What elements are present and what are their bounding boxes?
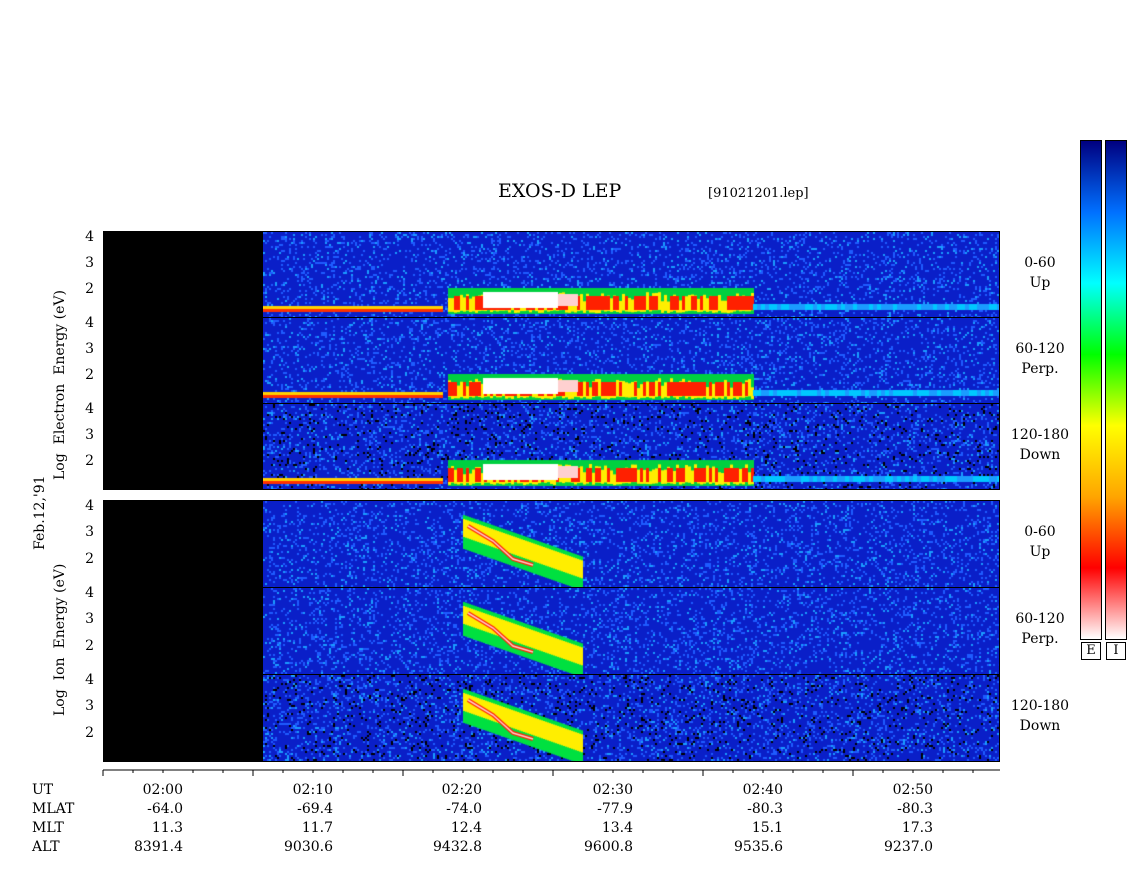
cell-alt: 9030.6 bbox=[284, 839, 333, 855]
y-tick-label: 3 bbox=[85, 341, 94, 358]
cell-ut: 02:30 bbox=[592, 782, 633, 798]
cell-alt: 9432.8 bbox=[433, 839, 482, 855]
y-tick-label: 4 bbox=[85, 498, 94, 514]
heatmap-panel-ion-0 bbox=[103, 500, 1000, 588]
time-axis bbox=[102, 769, 1000, 776]
no-data-region bbox=[104, 232, 263, 317]
pitch-angle-label: 60-120 Perp. bbox=[1005, 609, 1075, 649]
y-tick-label: 3 bbox=[85, 698, 94, 715]
heatmap-panel-ion-2 bbox=[103, 674, 1000, 762]
cell-alt: 9535.6 bbox=[734, 839, 783, 855]
y-tick-label: 4 bbox=[85, 585, 94, 601]
cell-mlat: -80.3 bbox=[747, 801, 783, 817]
cell-ut: 02:40 bbox=[742, 782, 783, 798]
y-tick-label: 4 bbox=[85, 401, 94, 417]
y-tick-label: 2 bbox=[85, 281, 94, 298]
cell-ut: 02:50 bbox=[892, 782, 933, 798]
heatmap-canvas bbox=[263, 232, 999, 317]
no-data-region bbox=[104, 501, 263, 587]
y-tick-label: 4 bbox=[85, 315, 94, 331]
y-tick-label: 3 bbox=[85, 255, 94, 272]
colorbar-ion bbox=[1105, 140, 1127, 640]
heatmap-canvas bbox=[263, 404, 999, 489]
colorbar-electron-label: E bbox=[1081, 642, 1101, 660]
cell-mlat: -80.3 bbox=[897, 801, 933, 817]
electron-ylabel: Log Electron Energy (eV) bbox=[52, 290, 68, 480]
chart-title: EXOS-D LEP bbox=[498, 180, 622, 202]
cell-mlt: 17.3 bbox=[901, 820, 933, 836]
cell-mlat: -77.9 bbox=[597, 801, 633, 817]
cell-ut: 02:10 bbox=[292, 782, 333, 798]
cell-alt: 8391.4 bbox=[134, 839, 183, 855]
pitch-angle-label: 0-60 Up bbox=[1005, 253, 1075, 293]
no-data-region bbox=[104, 404, 263, 489]
no-data-region bbox=[104, 675, 263, 761]
y-tick-label: 2 bbox=[85, 550, 94, 567]
cell-ut: 02:00 bbox=[142, 782, 183, 798]
pitch-angle-range: 60-120 bbox=[1015, 341, 1065, 357]
pitch-angle-label: 120-180 Down bbox=[1005, 425, 1075, 465]
y-tick-label: 4 bbox=[85, 672, 94, 688]
row-label-mlat: MLAT bbox=[32, 801, 75, 817]
pitch-direction: Down bbox=[1019, 447, 1061, 463]
row-label-alt: ALT bbox=[32, 839, 60, 855]
cell-mlat: -74.0 bbox=[446, 801, 482, 817]
y-tick-label: 4 bbox=[85, 229, 94, 245]
pitch-angle-label: 0-60 Up bbox=[1005, 522, 1075, 562]
pitch-angle-range: 120-180 bbox=[1010, 427, 1070, 443]
pitch-angle-range: 0-60 bbox=[1024, 524, 1056, 540]
pitch-angle-range: 120-180 bbox=[1010, 698, 1070, 714]
colorbar-ion-label: I bbox=[1106, 642, 1126, 660]
y-tick-label: 3 bbox=[85, 524, 94, 541]
cell-mlt: 12.4 bbox=[450, 820, 482, 836]
pitch-angle-label: 60-120 Perp. bbox=[1005, 339, 1075, 379]
pitch-angle-range: 0-60 bbox=[1024, 255, 1056, 271]
cell-mlt: 13.4 bbox=[601, 820, 633, 836]
pitch-direction: Down bbox=[1019, 718, 1061, 734]
heatmap-canvas bbox=[263, 501, 999, 587]
heatmap-panel-ion-1 bbox=[103, 587, 1000, 675]
cell-alt: 9600.8 bbox=[584, 839, 633, 855]
file-label: [91021201.lep] bbox=[708, 186, 809, 201]
pitch-direction: Up bbox=[1029, 275, 1051, 291]
y-tick-label: 2 bbox=[85, 637, 94, 654]
pitch-angle-range: 60-120 bbox=[1015, 611, 1065, 627]
cell-mlat: -69.4 bbox=[297, 801, 333, 817]
ion-ylabel: Log Ion Energy (eV) bbox=[52, 563, 68, 716]
pitch-direction: Perp. bbox=[1021, 631, 1059, 647]
heatmap-panel-electron-1 bbox=[103, 317, 1000, 404]
no-data-region bbox=[104, 318, 263, 403]
cell-mlt: 11.7 bbox=[301, 820, 333, 836]
cell-alt: 9237.0 bbox=[884, 839, 933, 855]
cell-mlat: -64.0 bbox=[147, 801, 183, 817]
pitch-angle-label: 120-180 Down bbox=[1005, 696, 1075, 736]
y-tick-label: 2 bbox=[85, 453, 94, 470]
y-tick-label: 3 bbox=[85, 611, 94, 628]
heatmap-canvas bbox=[263, 675, 999, 761]
cell-ut: 02:20 bbox=[441, 782, 482, 798]
row-label-ut: UT bbox=[32, 782, 54, 798]
heatmap-panel-electron-0 bbox=[103, 231, 1000, 318]
date-label: Feb.12,'91 bbox=[32, 475, 48, 550]
no-data-region bbox=[104, 588, 263, 674]
cell-mlt: 11.3 bbox=[151, 820, 183, 836]
row-label-mlt: MLT bbox=[32, 820, 64, 836]
cell-mlt: 15.1 bbox=[751, 820, 783, 836]
heatmap-canvas bbox=[263, 318, 999, 403]
heatmap-canvas bbox=[263, 588, 999, 674]
y-tick-label: 3 bbox=[85, 427, 94, 444]
colorbar-electron bbox=[1080, 140, 1102, 640]
pitch-direction: Perp. bbox=[1021, 361, 1059, 377]
pitch-direction: Up bbox=[1029, 544, 1051, 560]
y-tick-label: 2 bbox=[85, 367, 94, 384]
y-tick-label: 2 bbox=[85, 724, 94, 741]
heatmap-panel-electron-2 bbox=[103, 403, 1000, 490]
